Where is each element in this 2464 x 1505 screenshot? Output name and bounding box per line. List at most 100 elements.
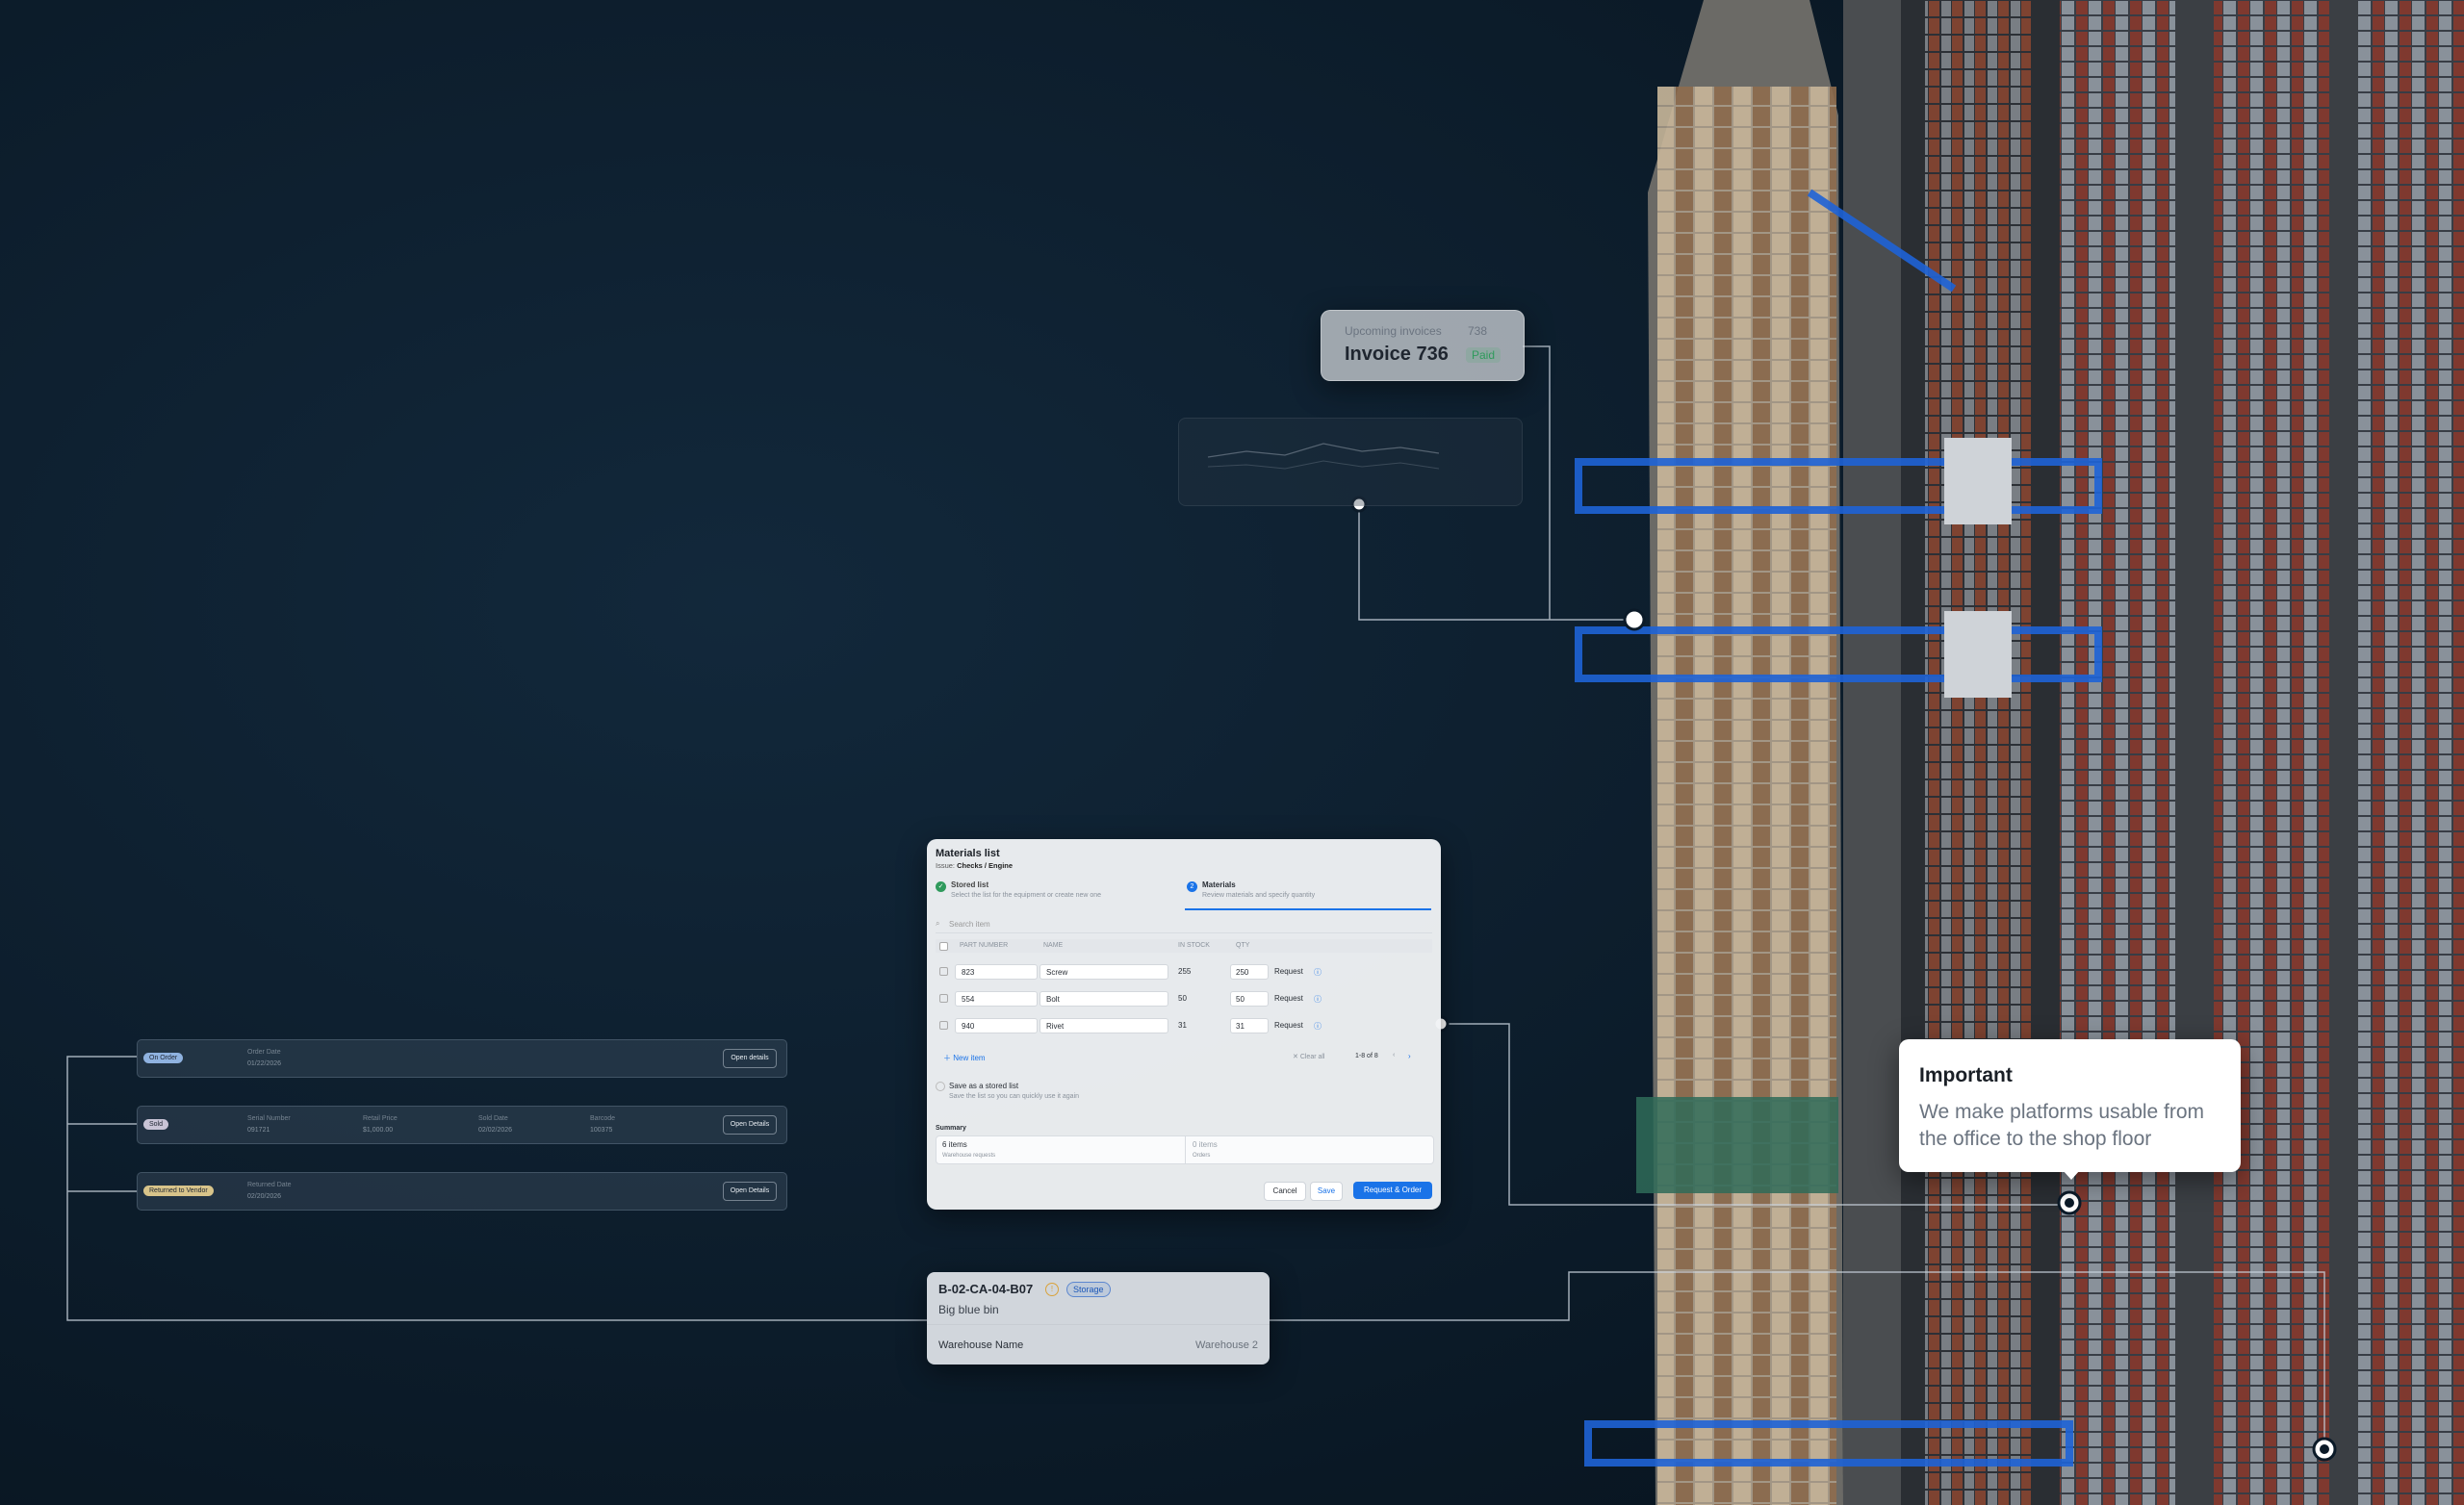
pagination-label: 1-8 of 8 bbox=[1355, 1053, 1378, 1059]
step-2-label[interactable]: Materials bbox=[1202, 880, 1236, 889]
part-number-field[interactable]: 554 bbox=[955, 991, 1038, 1007]
new-item-label: New item bbox=[953, 1054, 986, 1062]
invoice-card[interactable]: Upcoming invoices 738 Invoice 736 Paid bbox=[1321, 310, 1525, 381]
order-row-returned[interactable]: Returned to Vendor Returned Date 02/20/2… bbox=[137, 1172, 787, 1211]
info-icon: ⓘ bbox=[1314, 968, 1322, 977]
storage-badge: Storage bbox=[1066, 1282, 1111, 1297]
table-header: PART NUMBER NAME IN STOCK QTY bbox=[936, 939, 1432, 953]
clear-all-label: Clear all bbox=[1299, 1054, 1325, 1060]
in-stock-value: 31 bbox=[1178, 1021, 1187, 1030]
col-in-stock[interactable]: IN STOCK bbox=[1178, 942, 1210, 949]
row-checkbox[interactable] bbox=[939, 994, 948, 1003]
field-value: 02/20/2026 bbox=[247, 1193, 282, 1200]
warehouse-label: Warehouse Name bbox=[938, 1339, 1024, 1351]
request-order-button[interactable]: Request & Order bbox=[1353, 1182, 1432, 1199]
save-button[interactable]: Save bbox=[1310, 1182, 1343, 1201]
row-checkbox[interactable] bbox=[939, 967, 948, 976]
status-badge: Returned to Vendor bbox=[143, 1186, 214, 1196]
qty-value: 50 bbox=[1236, 995, 1245, 1004]
search-input[interactable]: ⌕ Search item bbox=[936, 917, 1432, 933]
step-1-label[interactable]: Stored list bbox=[951, 880, 988, 889]
qty-field[interactable]: 50 bbox=[1230, 991, 1269, 1007]
callout-title: Important bbox=[1919, 1064, 2013, 1086]
save-stored-label: Save as a stored list bbox=[949, 1082, 1019, 1090]
row-checkbox[interactable] bbox=[939, 1021, 948, 1030]
field-value: 01/22/2026 bbox=[247, 1060, 282, 1067]
field-value: 091721 bbox=[247, 1127, 270, 1134]
invoice-status-badge: Paid bbox=[1466, 347, 1502, 363]
modal-title: Materials list bbox=[936, 848, 1000, 859]
invoice-title: Invoice 736 bbox=[1345, 344, 1449, 365]
field-value: 02/02/2026 bbox=[478, 1127, 513, 1134]
issue-line: Issue: Checks / Engine bbox=[936, 861, 1013, 870]
materials-list-modal: Materials list Issue: Checks / Engine ✓ … bbox=[927, 839, 1441, 1210]
name-value: Rivet bbox=[1046, 1022, 1065, 1031]
callout-text: We make platforms usable from the office… bbox=[1919, 1101, 2205, 1150]
name-value: Bolt bbox=[1046, 995, 1060, 1004]
order-row-on-order[interactable]: On Order Order Date 01/22/2026 Open deta… bbox=[137, 1039, 787, 1078]
open-details-button[interactable]: Open details bbox=[723, 1049, 777, 1068]
name-field[interactable]: Screw bbox=[1040, 964, 1168, 980]
request-toggle[interactable]: Request bbox=[1274, 1021, 1303, 1030]
summary-requests-value: 6 items bbox=[942, 1140, 967, 1149]
part-number-field[interactable]: 940 bbox=[955, 1018, 1038, 1033]
qty-field[interactable]: 31 bbox=[1230, 1018, 1269, 1033]
summary-requests-label: Warehouse requests bbox=[942, 1153, 996, 1159]
col-name[interactable]: NAME bbox=[1043, 942, 1063, 949]
table-row[interactable]: 940 Rivet 31 31 Request ⓘ bbox=[936, 1016, 1432, 1033]
field-label: Order Date bbox=[247, 1049, 281, 1056]
search-icon: ⌕ bbox=[936, 919, 940, 928]
field-label: Retail Price bbox=[363, 1115, 398, 1122]
part-number-value: 823 bbox=[962, 968, 975, 977]
summary-box: 6 items Warehouse requests 0 items Order… bbox=[936, 1135, 1434, 1164]
close-icon: ✕ bbox=[1293, 1054, 1300, 1060]
step-2-number: 2 bbox=[1187, 881, 1197, 892]
qty-field[interactable]: 250 bbox=[1230, 964, 1269, 980]
qty-value: 31 bbox=[1236, 1022, 1245, 1031]
field-value: 100375 bbox=[590, 1127, 613, 1134]
select-all-checkbox[interactable] bbox=[939, 942, 948, 951]
name-field[interactable]: Bolt bbox=[1040, 991, 1168, 1007]
info-icon: ⓘ bbox=[1314, 995, 1322, 1004]
bin-card[interactable]: B-02-CA-04-B07 ! Storage Big blue bin Wa… bbox=[927, 1272, 1270, 1365]
request-toggle[interactable]: Request bbox=[1274, 994, 1303, 1003]
clear-all-button[interactable]: ✕ Clear all bbox=[1293, 1053, 1325, 1060]
summary-title: Summary bbox=[936, 1125, 966, 1132]
field-label: Returned Date bbox=[247, 1182, 292, 1188]
divider bbox=[927, 1324, 1270, 1325]
part-number-value: 940 bbox=[962, 1022, 975, 1031]
table-row[interactable]: 823 Screw 255 250 Request ⓘ bbox=[936, 962, 1432, 980]
request-toggle[interactable]: Request bbox=[1274, 967, 1303, 976]
field-value: $1,000.00 bbox=[363, 1127, 394, 1134]
cancel-button[interactable]: Cancel bbox=[1264, 1182, 1306, 1201]
save-stored-toggle[interactable] bbox=[936, 1082, 945, 1091]
mini-chart-card bbox=[1178, 418, 1523, 506]
qty-value: 250 bbox=[1236, 968, 1249, 977]
save-stored-desc: Save the list so you can quickly use it … bbox=[949, 1093, 1080, 1100]
step-2-desc: Review materials and specify quantity bbox=[1202, 892, 1316, 899]
status-badge: Sold bbox=[143, 1119, 169, 1130]
important-callout: Important We make platforms usable from … bbox=[1899, 1039, 2241, 1180]
bin-name: Big blue bin bbox=[938, 1303, 999, 1316]
mini-chart bbox=[1207, 443, 1440, 470]
search-placeholder: Search item bbox=[949, 920, 990, 929]
col-part-number[interactable]: PART NUMBER bbox=[960, 942, 1008, 949]
part-number-field[interactable]: 823 bbox=[955, 964, 1038, 980]
summary-orders-value: 0 items bbox=[1193, 1140, 1218, 1149]
invoice-label: Upcoming invoices bbox=[1345, 324, 1442, 338]
open-details-button[interactable]: Open Details bbox=[723, 1115, 777, 1135]
new-item-button[interactable]: ＋ New item bbox=[943, 1053, 986, 1063]
in-stock-value: 255 bbox=[1178, 967, 1192, 976]
col-qty[interactable]: QTY bbox=[1236, 942, 1249, 949]
step-complete-icon: ✓ bbox=[936, 881, 946, 892]
table-row[interactable]: 554 Bolt 50 50 Request ⓘ bbox=[936, 989, 1432, 1007]
step-1-desc: Select the list for the equipment or cre… bbox=[951, 892, 1102, 899]
bin-code: B-02-CA-04-B07 bbox=[938, 1282, 1034, 1296]
open-details-button[interactable]: Open Details bbox=[723, 1182, 777, 1201]
chevron-right-icon[interactable]: › bbox=[1408, 1052, 1411, 1060]
in-stock-value: 50 bbox=[1178, 994, 1187, 1003]
field-label: Sold Date bbox=[478, 1115, 508, 1122]
name-field[interactable]: Rivet bbox=[1040, 1018, 1168, 1033]
order-row-sold[interactable]: Sold Serial Number 091721 Retail Price $… bbox=[137, 1106, 787, 1144]
chevron-left-icon[interactable]: ‹ bbox=[1393, 1052, 1395, 1059]
